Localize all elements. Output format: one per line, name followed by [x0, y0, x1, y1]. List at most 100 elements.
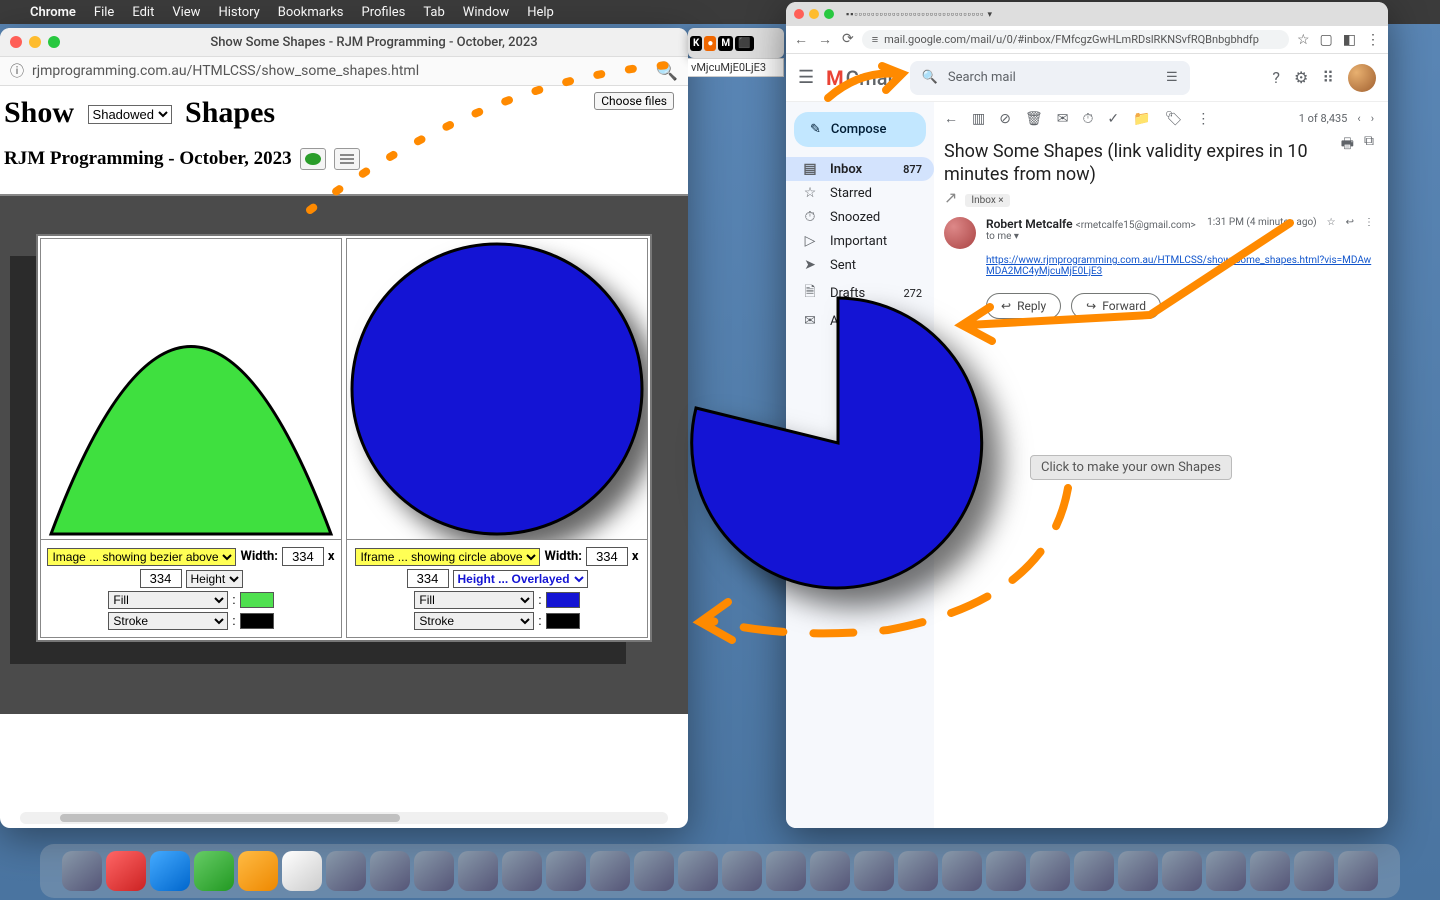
dock-app-icon[interactable]: [194, 851, 234, 891]
print-icon[interactable]: 🖶: [1341, 133, 1354, 157]
gear-icon[interactable]: ⚙: [1294, 68, 1308, 87]
hamburger-icon[interactable]: ☰: [798, 67, 814, 88]
stroke-swatch-2[interactable]: [546, 613, 580, 629]
mac-dock[interactable]: [40, 844, 1400, 898]
sidebar-item-sent[interactable]: ➤Sent: [786, 253, 934, 277]
delete-icon[interactable]: 🗑: [1025, 111, 1043, 127]
menu-history[interactable]: History: [218, 5, 259, 20]
shadowed-select[interactable]: Shadowed: [88, 105, 172, 124]
dock-app-icon[interactable]: [678, 851, 718, 891]
dock-app-icon[interactable]: [634, 851, 674, 891]
dock-app-icon[interactable]: [370, 851, 410, 891]
dock-app-icon[interactable]: [1294, 851, 1334, 891]
dock-app-icon[interactable]: [1074, 851, 1114, 891]
forward-icon[interactable]: →: [818, 31, 832, 48]
menu-tab[interactable]: Tab: [423, 5, 444, 20]
choose-files-button[interactable]: Choose files: [594, 92, 674, 110]
dock-app-icon[interactable]: [942, 851, 982, 891]
menu-file[interactable]: File: [94, 5, 114, 20]
profile-icon[interactable]: ◧: [1343, 32, 1356, 48]
dock-app-icon[interactable]: [810, 851, 850, 891]
background-tabs-peek[interactable]: K●M⬛: [688, 28, 784, 58]
fill-swatch-2[interactable]: [546, 592, 580, 608]
minimize-icon[interactable]: [809, 9, 819, 19]
stroke-swatch-1[interactable]: [240, 613, 274, 629]
move-icon[interactable]: 📁: [1133, 111, 1150, 127]
apps-icon[interactable]: ⠿: [1322, 68, 1334, 87]
dock-app-icon[interactable]: [458, 851, 498, 891]
reply-icon[interactable]: ↩: [1346, 217, 1354, 228]
close-icon[interactable]: [794, 9, 804, 19]
dock-app-icon[interactable]: [1206, 851, 1246, 891]
dock-app-icon[interactable]: [150, 851, 190, 891]
small-list-button[interactable]: [334, 148, 360, 170]
zoom-icon[interactable]: [824, 9, 834, 19]
fill-select-2[interactable]: Fill: [414, 591, 534, 609]
dock-app-icon[interactable]: [766, 851, 806, 891]
search-tune-icon[interactable]: ☰: [1166, 70, 1178, 85]
sidebar-item-inbox[interactable]: ▤Inbox877: [786, 157, 934, 181]
minimize-icon[interactable]: [29, 36, 41, 48]
dock-app-icon[interactable]: [1250, 851, 1290, 891]
stroke-select-1[interactable]: Stroke: [108, 612, 228, 630]
compose-button[interactable]: ✎ Compose: [794, 112, 926, 147]
dock-app-icon[interactable]: [106, 851, 146, 891]
site-lock-icon[interactable]: ⓘ: [10, 61, 24, 81]
spam-icon[interactable]: ⊘: [999, 111, 1011, 127]
dock-app-icon[interactable]: [282, 851, 322, 891]
task-icon[interactable]: ✓: [1107, 111, 1119, 127]
menubar-app[interactable]: Chrome: [30, 5, 76, 20]
extensions-icon[interactable]: ⋮: [1366, 32, 1380, 48]
sidebar-item-snoozed[interactable]: ⏱Snoozed: [786, 205, 934, 229]
install-icon[interactable]: ▢: [1320, 32, 1333, 48]
sidebar-item-drafts[interactable]: 🗎Drafts272: [786, 277, 934, 309]
to-line[interactable]: to me: [986, 231, 1011, 242]
left-url[interactable]: rjmprogramming.com.au/HTMLCSS/show_some_…: [32, 63, 419, 79]
type-select-2[interactable]: Iframe ... showing circle above: [355, 548, 540, 566]
unread-icon[interactable]: ✉: [1057, 111, 1069, 127]
search-icon[interactable]: 🔍: [656, 61, 678, 82]
dock-app-icon[interactable]: [1338, 851, 1378, 891]
back-icon[interactable]: ←: [794, 31, 808, 48]
more-icon[interactable]: ⋮: [1196, 111, 1210, 127]
avatar[interactable]: [1348, 64, 1376, 92]
menu-view[interactable]: View: [172, 5, 200, 20]
forward-button[interactable]: ↪Forward: [1071, 293, 1161, 319]
dock-app-icon[interactable]: [62, 851, 102, 891]
dock-app-icon[interactable]: [722, 851, 762, 891]
sidebar-item-important[interactable]: ▷Important: [786, 229, 934, 253]
sender-avatar[interactable]: [944, 217, 976, 249]
gmail-logo[interactable]: M Gmail: [826, 66, 898, 90]
dock-app-icon[interactable]: [546, 851, 586, 891]
sidebar-item-allmail[interactable]: ✉All Mail: [786, 309, 934, 333]
popout-icon[interactable]: ⧉: [1364, 133, 1374, 157]
menu-bookmarks[interactable]: Bookmarks: [278, 5, 344, 20]
help-icon[interactable]: ?: [1272, 68, 1280, 87]
horizontal-scrollbar[interactable]: [20, 812, 668, 824]
star-icon[interactable]: ☆: [1297, 32, 1310, 48]
fill-swatch-1[interactable]: [240, 592, 274, 608]
snooze-icon[interactable]: ⏱: [1082, 111, 1093, 127]
site-info-icon[interactable]: ≡: [872, 33, 878, 46]
inbox-label-chip[interactable]: Inbox ×: [965, 194, 1009, 207]
favicon-row[interactable]: ▪▪▫▫▫▫▫▫▫▫▫▫▫▫▫▫▫▫▫▫▫▫▫▫▫▫▫▫▫▫▫▫▫ ▾: [846, 9, 993, 20]
dock-app-icon[interactable]: [414, 851, 454, 891]
next-icon[interactable]: ›: [1371, 112, 1374, 125]
menu-help[interactable]: Help: [527, 5, 554, 20]
menu-edit[interactable]: Edit: [132, 5, 154, 20]
email-body-link[interactable]: https://www.rjmprogramming.com.au/HTMLCS…: [944, 249, 1374, 277]
dock-app-icon[interactable]: [1030, 851, 1070, 891]
height-input-2[interactable]: [407, 569, 449, 588]
small-green-button[interactable]: [300, 148, 326, 170]
height-input-1[interactable]: [140, 569, 182, 588]
width-input-2[interactable]: [586, 547, 628, 566]
reload-icon[interactable]: ⟳: [842, 31, 854, 48]
menu-profiles[interactable]: Profiles: [362, 5, 406, 20]
dock-app-icon[interactable]: [1118, 851, 1158, 891]
dock-app-icon[interactable]: [502, 851, 542, 891]
width-input-1[interactable]: [282, 547, 324, 566]
dock-app-icon[interactable]: [986, 851, 1026, 891]
dock-app-icon[interactable]: [326, 851, 366, 891]
dock-app-icon[interactable]: [238, 851, 278, 891]
more-icon[interactable]: ⋮: [1364, 217, 1374, 228]
